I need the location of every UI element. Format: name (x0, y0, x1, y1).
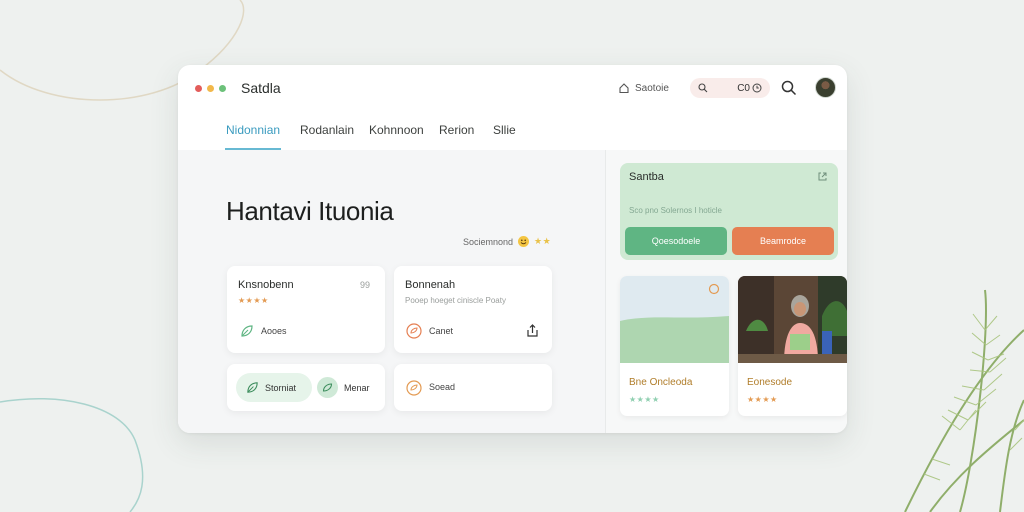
portrait-photo (738, 276, 847, 363)
rating-summary: Sociemnond ★★ (463, 236, 551, 247)
nav-tabs: Nidonnian Rodanlain Kohnnoon Rerion Slli… (178, 115, 847, 151)
rating-label: Sociemnond (463, 236, 514, 247)
promo-subtitle: Sco pno Solernos I hoticle (629, 206, 722, 215)
rating-stars: ★★ (534, 236, 552, 246)
leaf-circle-icon (406, 323, 422, 339)
card-subtitle: Pooep hoeget ciniscle Poaty (405, 296, 506, 305)
leaf-icon (247, 382, 258, 393)
chip-label: Storniat (265, 382, 297, 393)
sidebar-panel: Santba Sco pno Solernos I hoticle Qoesod… (605, 150, 847, 433)
home-icon (619, 83, 629, 94)
filter-chip[interactable]: Storniat (236, 373, 312, 402)
product-name: Bne Oncleoda (629, 377, 693, 388)
page-title: Hantavi Ituonia (226, 196, 394, 226)
info-card[interactable]: Bonnenah Pooep hoeget ciniscle Poaty Can… (394, 266, 552, 353)
app-title: Satdla (241, 80, 281, 96)
maximize-dot[interactable] (219, 85, 226, 92)
leaf-circle-icon (317, 377, 338, 398)
card-title: Knsnobenn (238, 279, 294, 291)
minimize-dot[interactable] (207, 85, 214, 92)
user-avatar[interactable] (815, 77, 836, 98)
external-link-icon[interactable] (817, 171, 828, 182)
promo-title: Santba (629, 171, 664, 183)
tab-sllie[interactable]: Sllie (493, 123, 516, 137)
card-title: Bonnenah (405, 279, 456, 291)
card-meta-label: Canet (429, 326, 454, 336)
action-card[interactable]: Soead (394, 364, 552, 411)
main-content: Hantavi Ituonia Sociemnond ★★ Knsnobenn … (178, 150, 605, 433)
product-card[interactable]: Eonesode ★★★★ (738, 276, 847, 416)
landscape-thumbnail (620, 276, 729, 363)
chip-label: Menar (344, 382, 370, 393)
search-field[interactable]: C0 (690, 78, 770, 98)
leaf-icon (241, 325, 253, 337)
card-meta-label: Soead (429, 382, 456, 392)
app-window: Satdla Saotoie C0 Nidonnian Rodanlain Ko… (178, 65, 847, 433)
home-button[interactable]: Saotoie (618, 80, 669, 96)
tab-rerion[interactable]: Rerion (439, 123, 474, 137)
card-badge: 99 (360, 280, 371, 290)
close-dot[interactable] (195, 85, 202, 92)
smile-emoji-icon (518, 236, 530, 247)
clock-icon (752, 83, 762, 93)
promo-card: Santba Sco pno Solernos I hoticle Qoesod… (620, 163, 838, 260)
chip-card: Storniat Menar (227, 364, 385, 411)
tab-kohnnoon[interactable]: Kohnnoon (369, 123, 424, 137)
tab-nidonnian[interactable]: Nidonnian (226, 123, 280, 137)
search-icon (698, 83, 708, 93)
filter-chip[interactable]: Menar (315, 373, 383, 402)
secondary-button[interactable]: Beamrodce (732, 227, 834, 255)
title-bar: Satdla Saotoie C0 (178, 65, 847, 115)
tab-rodanlain[interactable]: Rodanlain (300, 123, 354, 137)
product-stars: ★★★★ (629, 395, 660, 404)
share-icon[interactable] (525, 323, 540, 338)
primary-button[interactable]: Qoesodoele (625, 227, 727, 255)
info-card[interactable]: Knsnobenn 99 ★★★★ Aooes (227, 266, 385, 353)
card-stars: ★★★★ (238, 296, 269, 305)
leaf-circle-icon (406, 380, 422, 396)
search-value: C0 (737, 82, 750, 94)
search-button-icon[interactable] (781, 80, 797, 96)
home-label: Saotoie (635, 82, 669, 94)
product-stars: ★★★★ (747, 395, 778, 404)
product-card[interactable]: Bne Oncleoda ★★★★ (620, 276, 729, 416)
product-name: Eonesode (747, 377, 793, 388)
card-meta-label: Aooes (261, 326, 287, 336)
